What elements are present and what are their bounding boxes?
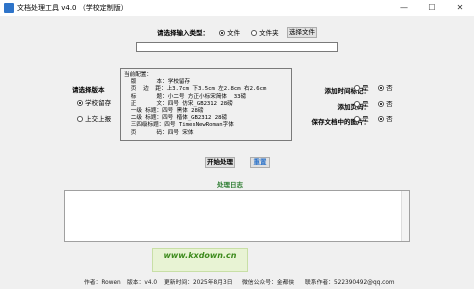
- path-input[interactable]: [136, 42, 338, 52]
- log-scrollbar[interactable]: [401, 191, 409, 241]
- radio-images-no[interactable]: [378, 116, 384, 122]
- reset-button[interactable]: 重置: [250, 157, 270, 168]
- app-icon: [4, 3, 14, 13]
- option-save-images-no[interactable]: 否: [378, 115, 393, 123]
- footer-wechat: 微信公众号：金都侠: [242, 280, 295, 286]
- config-line: 三四级标题：四号 TimesNewRoman字体: [124, 122, 234, 129]
- radio-submit[interactable]: [77, 116, 83, 122]
- version-option-submit[interactable]: 上交上报: [77, 115, 111, 123]
- input-type-label: 请选择输入类型：: [157, 29, 209, 37]
- option-page-number-no[interactable]: 否: [378, 100, 393, 108]
- version-label: 请选择版本: [72, 86, 105, 94]
- maximize-button[interactable]: ☐: [418, 0, 446, 16]
- radio-folder[interactable]: [251, 30, 257, 36]
- option-page-number-yes[interactable]: 是: [354, 100, 369, 108]
- input-type-option-folder[interactable]: 文件夹: [251, 28, 279, 38]
- watermark-logo: www.kxdown.cn: [152, 248, 248, 272]
- radio-folder-label: 文件夹: [259, 29, 279, 37]
- footer: 作者：Rowen 版本：v4.0 更新时间：2025年8月3日 微信公众号：金都…: [0, 277, 474, 289]
- config-line: 页 边 距：上3.7cm 下3.5cm 左2.8cm 右2.6cm: [124, 86, 267, 93]
- version-option-school[interactable]: 学校留存: [77, 99, 111, 107]
- footer-version: 版本：v4.0: [127, 280, 158, 286]
- radio-submit-label: 上交上报: [85, 115, 112, 123]
- window-title: 文档处理工具 v4.0 （学校定制版）: [17, 4, 128, 12]
- start-button[interactable]: 开始处理: [205, 157, 235, 168]
- radio-page-no[interactable]: [378, 101, 384, 107]
- radio-page-no-label: 否: [386, 100, 393, 108]
- radio-time-yes[interactable]: [354, 85, 360, 91]
- radio-images-no-label: 否: [386, 115, 393, 123]
- config-line: 正 文：四号 仿宋_GB2312 28磅: [124, 100, 233, 107]
- radio-time-no-label: 否: [386, 84, 393, 92]
- option-time-mark-yes[interactable]: 是: [354, 84, 369, 92]
- minimize-button[interactable]: —: [390, 0, 418, 16]
- select-file-button[interactable]: 选择文件: [287, 27, 317, 38]
- watermark-text: www.kxdown.cn: [163, 251, 237, 260]
- close-button[interactable]: ✕: [446, 0, 474, 16]
- radio-images-yes-label: 是: [362, 115, 369, 123]
- radio-file[interactable]: [219, 30, 225, 36]
- radio-school-keep-label: 学校留存: [85, 99, 112, 107]
- footer-date: 更新时间：2025年8月3日: [164, 280, 233, 286]
- radio-school-keep[interactable]: [77, 100, 83, 106]
- radio-images-yes[interactable]: [354, 116, 360, 122]
- config-line: 标 题：小二号 方正小标宋简体 33磅: [124, 93, 247, 100]
- radio-file-label: 文件: [227, 29, 241, 37]
- config-line: 页 码：四号 宋体: [124, 129, 194, 136]
- config-panel: 当前配置： 版 本：学校留存 页 边 距：上3.7cm 下3.5cm 左2.8c…: [120, 68, 292, 141]
- radio-time-yes-label: 是: [362, 84, 369, 92]
- input-type-option-file[interactable]: 文件: [219, 28, 240, 38]
- footer-contact: 联系作者：522390492@qq.com: [305, 280, 395, 286]
- radio-time-no[interactable]: [378, 85, 384, 91]
- radio-page-yes[interactable]: [354, 101, 360, 107]
- footer-author: 作者：Rowen: [84, 280, 121, 286]
- log-output[interactable]: [64, 190, 410, 242]
- log-title: 处理日志: [217, 181, 243, 189]
- option-time-mark-no[interactable]: 否: [378, 84, 393, 92]
- option-save-images-yes[interactable]: 是: [354, 115, 369, 123]
- radio-page-yes-label: 是: [362, 100, 369, 108]
